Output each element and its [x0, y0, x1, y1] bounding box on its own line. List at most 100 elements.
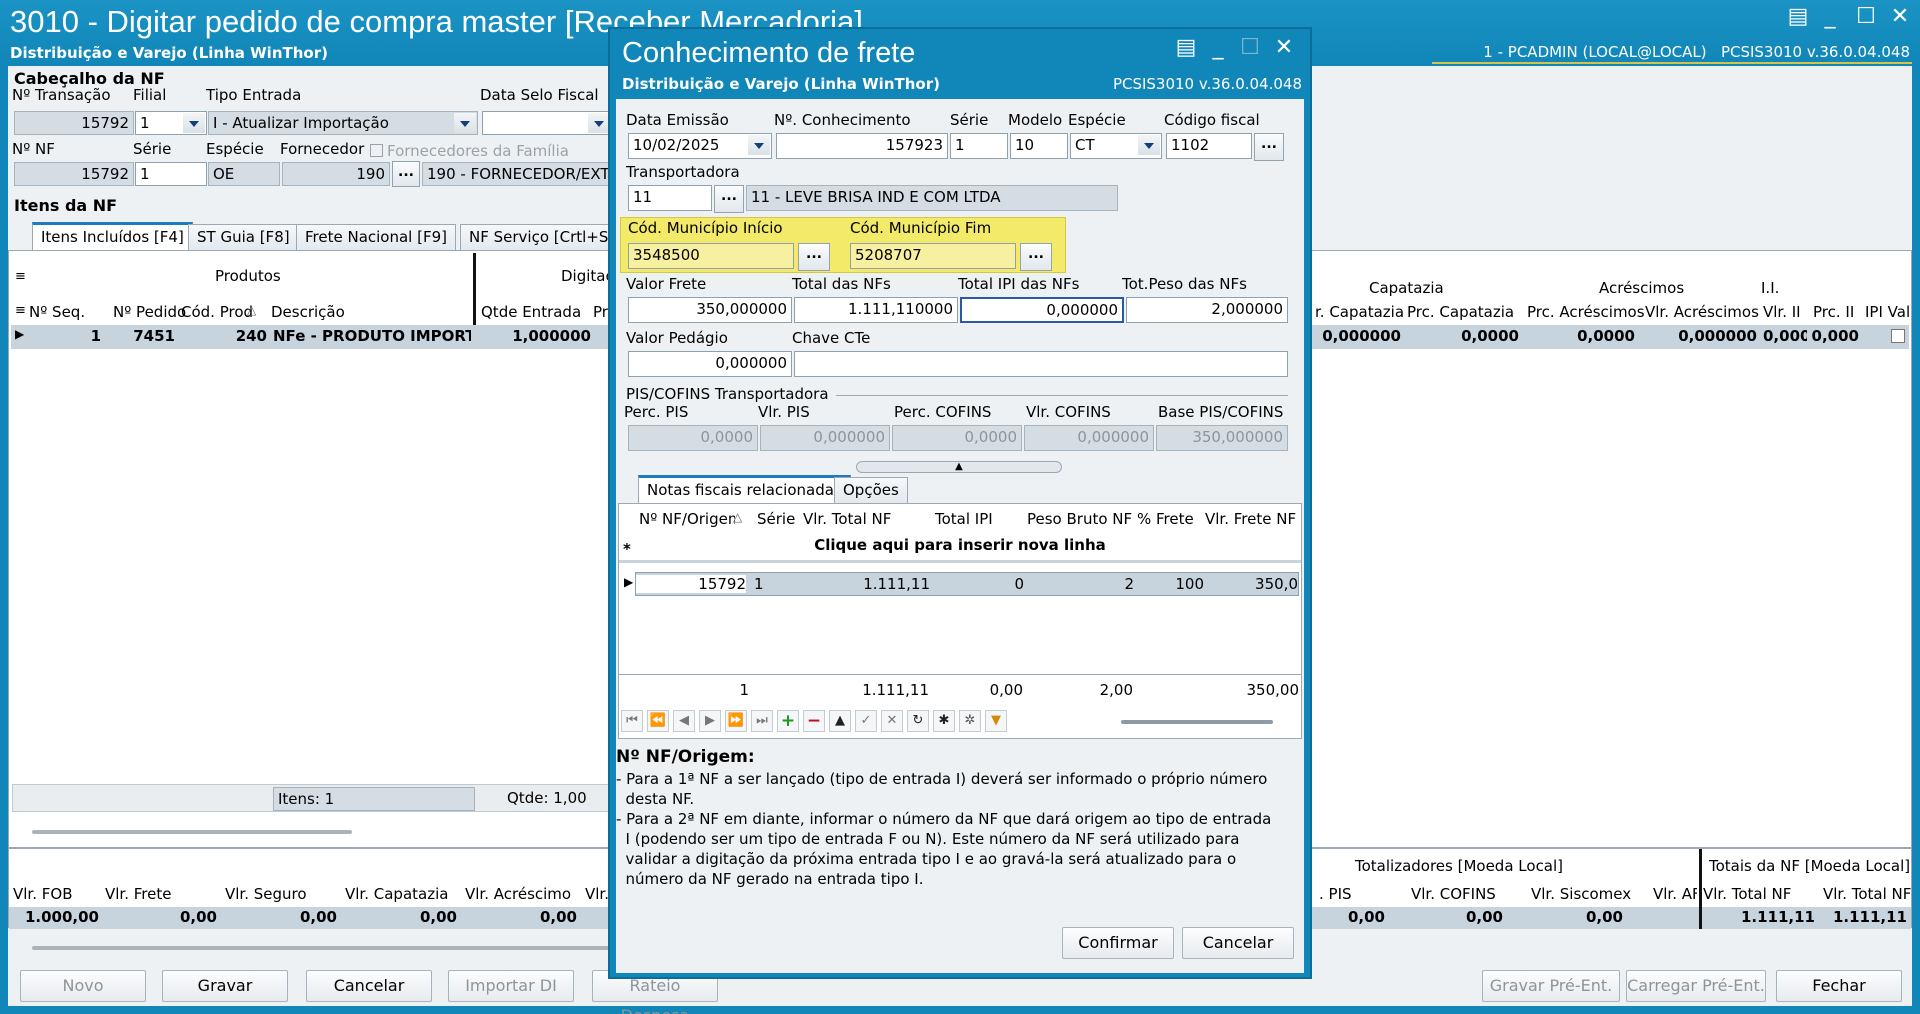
- col-prc-acrescimos[interactable]: Prc. Acréscimos: [1527, 303, 1645, 321]
- chevron-down-icon[interactable]: [454, 113, 476, 133]
- data-selo-select[interactable]: [482, 111, 612, 135]
- tab-opcoes[interactable]: Opções: [834, 477, 908, 503]
- restore-icon[interactable]: ▤: [1172, 35, 1200, 60]
- fornecedor-lookup-button[interactable]: ...: [392, 161, 420, 187]
- mun-inicio-lookup-button[interactable]: ...: [798, 243, 830, 271]
- col-prc-capatazia[interactable]: Prc. Capatazia: [1407, 303, 1514, 321]
- dialog-cancelar-button[interactable]: Cancelar: [1182, 927, 1294, 959]
- tab-notas-relacionadas[interactable]: Notas fiscais relacionadas: [638, 475, 851, 503]
- ipi-checkbox[interactable]: [1891, 329, 1905, 343]
- total-ipi-field[interactable]: 0,000000: [960, 297, 1124, 323]
- tab-itens-incluidos[interactable]: Itens Incluídos [F4]: [32, 222, 193, 250]
- filter-icon[interactable]: ▼: [985, 710, 1007, 732]
- modelo-field[interactable]: 10: [1010, 133, 1068, 159]
- grid-menu-icon[interactable]: ≡: [15, 269, 26, 284]
- cell-serie[interactable]: 1: [754, 575, 764, 593]
- col-prc-ii[interactable]: Prc. II: [1813, 303, 1854, 321]
- data-emissao-field[interactable]: 10/02/2025: [628, 133, 772, 159]
- next-page-icon[interactable]: ⏩: [725, 710, 747, 732]
- mun-fim-field[interactable]: 5208707: [850, 243, 1016, 269]
- grid-menu-icon[interactable]: ≡: [15, 303, 26, 318]
- add-row-icon[interactable]: +: [777, 710, 799, 732]
- col-vlr-capatazia[interactable]: r. Capatazia: [1315, 303, 1404, 321]
- col-serie[interactable]: Série: [757, 510, 795, 528]
- refresh-icon[interactable]: ↻: [907, 710, 929, 732]
- cfop-field[interactable]: 1102: [1166, 133, 1252, 159]
- mun-inicio-field[interactable]: 3548500: [628, 243, 794, 269]
- post-icon[interactable]: ✓: [855, 710, 877, 732]
- tab-st-guia[interactable]: ST Guia [F8]: [188, 224, 299, 250]
- tab-nf-servico[interactable]: NF Serviço [Crtl+S]: [460, 224, 624, 250]
- col-vlr-frete-nf[interactable]: Vlr. Frete NF: [1205, 510, 1301, 528]
- total-nfs-field[interactable]: 1.111,110000: [794, 297, 958, 323]
- chevron-down-icon[interactable]: [183, 113, 205, 133]
- novo-button[interactable]: Novo: [20, 970, 146, 1002]
- insert-new-row[interactable]: Clique aqui para inserir nova linha: [619, 536, 1301, 554]
- gravar-pre-ent-button[interactable]: Gravar Pré-Ent.: [1482, 970, 1620, 1002]
- transportadora-lookup-button[interactable]: ...: [714, 185, 744, 213]
- familia-checkbox-label[interactable]: Fornecedores da Família: [370, 142, 569, 160]
- nf-field[interactable]: 15792: [14, 162, 134, 186]
- pedagio-field[interactable]: 0,000000: [628, 351, 792, 377]
- col-ipi-valor[interactable]: IPI Valor: [1865, 303, 1909, 321]
- minimize-icon[interactable]: _: [1816, 4, 1844, 29]
- cell-vlr-total-nf[interactable]: 1.111,11: [802, 575, 930, 593]
- col-peso-bruto[interactable]: Peso Bruto NF: [1027, 510, 1132, 528]
- edit-row-icon[interactable]: ▲: [829, 710, 851, 732]
- tab-frete-nacional[interactable]: Frete Nacional [F9]: [296, 224, 456, 250]
- grid-scrollbar[interactable]: [1121, 720, 1273, 724]
- importar-di-button[interactable]: Importar DI: [448, 970, 574, 1002]
- serie-field[interactable]: 1: [950, 133, 1008, 159]
- next-record-icon[interactable]: ▶: [699, 710, 721, 732]
- gravar-button[interactable]: Gravar: [162, 970, 288, 1002]
- cell-nf-origem[interactable]: 15792: [636, 575, 746, 593]
- familia-checkbox[interactable]: [370, 144, 383, 157]
- cell-vlr-frete-nf[interactable]: 350,0: [1212, 575, 1298, 593]
- col-pr[interactable]: Pr: [593, 303, 608, 321]
- cell-total-ipi[interactable]: 0: [936, 575, 1024, 593]
- valor-frete-field[interactable]: 350,000000: [628, 297, 792, 323]
- bookmark-icon[interactable]: ✱: [933, 710, 955, 732]
- transacao-field[interactable]: 15792: [14, 111, 134, 135]
- chevron-down-icon[interactable]: [1138, 135, 1160, 155]
- col-perc-frete[interactable]: % Frete: [1137, 510, 1194, 528]
- col-vlr-acrescimos[interactable]: Vlr. Acréscimos: [1645, 303, 1759, 321]
- maximize-icon[interactable]: ☐: [1852, 4, 1880, 29]
- delete-row-icon[interactable]: −: [803, 710, 825, 732]
- table-row[interactable]: ▶ 15792 1 1.111,11 0 2 100 350,0: [624, 572, 1299, 596]
- prev-page-icon[interactable]: ⏪: [647, 710, 669, 732]
- minimize-icon[interactable]: _: [1204, 35, 1232, 60]
- close-icon[interactable]: ✕: [1270, 35, 1298, 60]
- col-vlr-ii[interactable]: Vlr. II: [1763, 303, 1801, 321]
- carregar-pre-ent-button[interactable]: Carregar Pré-Ent.: [1626, 970, 1766, 1002]
- fechar-button[interactable]: Fechar: [1776, 970, 1902, 1002]
- first-record-icon[interactable]: ⏮: [621, 710, 643, 732]
- filial-select[interactable]: 1: [135, 111, 207, 135]
- col-vlr-total-nf[interactable]: Vlr. Total NF: [803, 510, 891, 528]
- especie-select[interactable]: CT: [1070, 133, 1162, 159]
- close-icon[interactable]: ✕: [1886, 4, 1914, 29]
- col-nf-origem[interactable]: Nº NF/Origem: [639, 510, 735, 528]
- fornecedor-code-field[interactable]: 190: [282, 162, 390, 186]
- transportadora-code-field[interactable]: 11: [628, 185, 712, 211]
- col-qtde[interactable]: Qtde Entrada: [481, 303, 581, 321]
- last-record-icon[interactable]: ⏭: [751, 710, 773, 732]
- cancelar-button[interactable]: Cancelar: [306, 970, 432, 1002]
- chave-cte-field[interactable]: [794, 351, 1288, 377]
- goto-bookmark-icon[interactable]: ✲: [959, 710, 981, 732]
- tipo-entrada-select[interactable]: I - Atualizar Importação: [208, 111, 478, 135]
- conhecimento-field[interactable]: 157923: [776, 133, 948, 159]
- calendar-dropdown-icon[interactable]: [748, 135, 770, 155]
- horizontal-scrollbar[interactable]: [32, 830, 352, 834]
- prev-record-icon[interactable]: ◀: [673, 710, 695, 732]
- cancel-edit-icon[interactable]: ✕: [881, 710, 903, 732]
- especie-field[interactable]: OE: [208, 162, 280, 186]
- col-pedido[interactable]: Nº Pedido: [113, 303, 186, 321]
- confirmar-button[interactable]: Confirmar: [1062, 927, 1174, 959]
- cell-perc-frete[interactable]: 100: [1142, 575, 1204, 593]
- cell-peso-bruto[interactable]: 2: [1030, 575, 1134, 593]
- splitter-collapse-icon[interactable]: ▲: [856, 461, 1062, 473]
- restore-icon[interactable]: ▤: [1784, 4, 1812, 29]
- col-seq[interactable]: Nº Seq.: [29, 303, 85, 321]
- serie-field[interactable]: 1: [135, 162, 207, 186]
